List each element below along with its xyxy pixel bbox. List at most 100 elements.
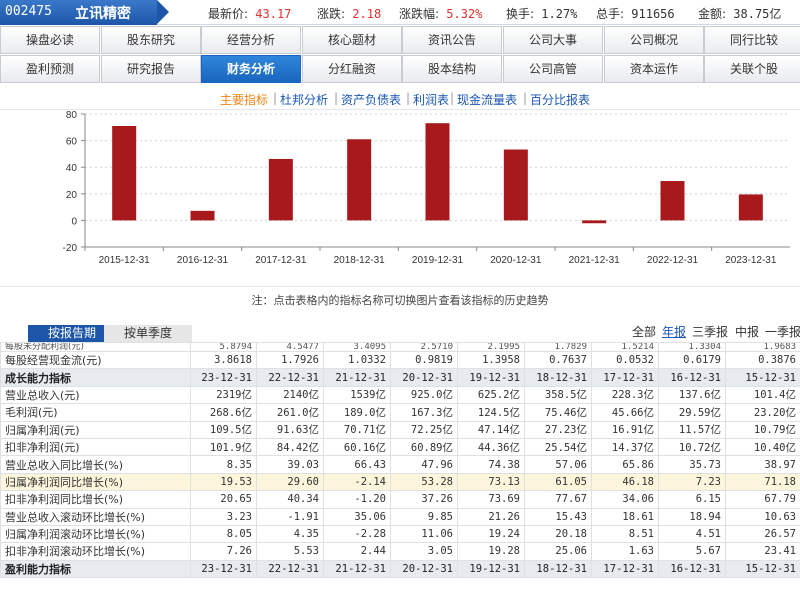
bar (347, 139, 372, 221)
cell-value: 189.0亿 (323, 403, 391, 422)
nav-tab[interactable]: 股东研究 (101, 26, 201, 54)
row-label[interactable]: 每股未分配利润(元) (0, 342, 191, 352)
tab-by-report[interactable]: 按报告期 (28, 325, 116, 342)
nav-tab[interactable]: 公司大事 (503, 26, 603, 54)
nav-tab[interactable]: 经营分析 (201, 26, 301, 54)
cell-value: 37.26 (390, 490, 458, 509)
row-label[interactable]: 扣非净利润滚动环比增长(%) (0, 542, 191, 561)
subnav-link[interactable]: 百分比报表 (530, 91, 590, 108)
quote-value: 1.27% (534, 7, 578, 21)
cell-value: 10.79亿 (725, 420, 800, 439)
row-label[interactable]: 归属净利润滚动环比增长(%) (0, 524, 191, 544)
quote-item: 涨跌幅: 5.32% (399, 5, 482, 22)
quote-item: 换手: 1.27% (506, 5, 577, 22)
cell-value: 2.1995 (457, 342, 525, 352)
cell-value: 124.5亿 (457, 403, 525, 422)
row-label[interactable]: 毛利润(元) (0, 403, 191, 422)
row-label[interactable]: 每股经营现金流(元) (0, 350, 191, 370)
cell-value: 18-12-31 (524, 368, 592, 387)
tab-by-quarter[interactable]: 按单季度 (104, 325, 192, 342)
cell-value: 1.9683 (725, 342, 800, 352)
cell-value: 67.79 (725, 490, 800, 509)
nav-tab[interactable]: 盈利预测 (0, 55, 100, 83)
bar (190, 210, 215, 221)
stock-header: 002475 立讯精密 最新价: 43.17 涨跌: 2.18 涨跌幅: 5.32%… (0, 0, 800, 25)
cell-value: 0.7637 (524, 350, 592, 370)
quote-label: 涨跌: (317, 7, 346, 21)
subnav-separator: | (273, 91, 278, 105)
cell-value: 9.85 (390, 507, 458, 526)
nav-tab[interactable]: 财务分析 (201, 55, 301, 83)
nav-tab[interactable]: 公司高管 (503, 55, 603, 83)
period-option[interactable]: 一季报 (765, 323, 800, 340)
cell-value: 23.41 (725, 542, 800, 561)
period-option[interactable]: 全部 (632, 323, 656, 340)
quote-value: 2.18 (345, 7, 382, 21)
subnav-link[interactable]: 现金流量表 (457, 91, 517, 108)
nav-tab[interactable]: 资讯公告 (402, 26, 502, 54)
cell-value: 74.38 (457, 455, 525, 474)
x-tick-label: 2017-12-31 (255, 255, 307, 266)
nav-tab[interactable]: 操盘必读 (0, 26, 100, 54)
y-tick-label: 40 (66, 163, 78, 174)
period-option[interactable]: 年报 (662, 323, 686, 340)
subnav-separator: | (523, 91, 528, 105)
bar (112, 125, 137, 221)
cell-value: 261.0亿 (256, 403, 324, 422)
cell-value: 5.53 (256, 542, 324, 561)
row-label[interactable]: 扣非净利润同比增长(%) (0, 490, 191, 509)
row-label[interactable]: 营业总收入滚动环比增长(%) (0, 507, 191, 526)
cell-value: 8.35 (190, 455, 257, 474)
cell-value: 4.5477 (256, 342, 324, 352)
section-header-row: 成长能力指标 23-12-31 22-12-31 21-12-31 20-12-31 19… (0, 368, 800, 387)
row-label[interactable]: 营业总收入(元) (0, 385, 191, 405)
x-tick-label: 2019-12-31 (412, 255, 464, 266)
subnav-link[interactable]: 资产负债表 (341, 91, 401, 108)
nav-tab[interactable]: 研究报告 (101, 55, 201, 83)
nav-tab[interactable]: 资本运作 (604, 55, 704, 83)
cell-value: 1539亿 (323, 385, 391, 405)
cell-value: 66.43 (323, 455, 391, 474)
table-row: 毛利润(元) 268.6亿 261.0亿 189.0亿 167.3亿 124.5亿 75.4… (0, 403, 800, 422)
cell-value: 0.3876 (725, 350, 800, 370)
cell-value: 10.63 (725, 507, 800, 526)
nav-tab[interactable]: 股本结构 (402, 55, 502, 83)
row-label[interactable]: 扣非净利润(元) (0, 437, 191, 457)
subnav-link[interactable]: 主要指标 (220, 91, 268, 108)
cell-value: 18.61 (591, 507, 659, 526)
nav-tab[interactable]: 公司概况 (604, 26, 704, 54)
cell-value: 19.24 (457, 524, 525, 544)
cell-value: 3.8618 (190, 350, 257, 370)
x-tick-label: 2018-12-31 (334, 255, 386, 266)
y-tick-label: 20 (66, 190, 78, 201)
bar (660, 181, 685, 221)
cell-value: 10.40亿 (725, 437, 800, 457)
cell-value: 1.63 (591, 542, 659, 561)
period-option[interactable]: 中报 (735, 323, 759, 340)
cell-value: 17-12-31 (591, 559, 659, 579)
cell-value: 1.0332 (323, 350, 391, 370)
nav-tab[interactable]: 同行比较 (704, 26, 800, 54)
nav-tab[interactable]: 关联个股 (704, 55, 800, 83)
x-tick-label: 2021-12-31 (569, 255, 621, 266)
cell-value: 3.23 (190, 507, 257, 526)
nav-tab[interactable]: 分红融资 (302, 55, 402, 83)
row-label[interactable]: 归属净利润同比增长(%) (0, 472, 191, 492)
subnav-link[interactable]: 利润表 (413, 91, 449, 108)
cell-value: 8.51 (591, 524, 659, 544)
cell-value: 3.4095 (323, 342, 391, 352)
cell-value: -1.20 (323, 490, 391, 509)
table-row: 归属净利润同比增长(%) 19.53 29.60 -2.14 53.28 73.13 61.… (0, 472, 800, 492)
quote-item: 涨跌: 2.18 (317, 5, 381, 22)
period-option[interactable]: 三季报 (692, 323, 728, 340)
cell-value: 27.23亿 (524, 420, 592, 439)
cell-value: 925.0亿 (390, 385, 458, 405)
nav-tab[interactable]: 核心题材 (302, 26, 402, 54)
cell-value: 2140亿 (256, 385, 324, 405)
row-label[interactable]: 营业总收入同比增长(%) (0, 455, 191, 474)
row-label[interactable]: 归属净利润(元) (0, 420, 191, 439)
subnav-link[interactable]: 杜邦分析 (280, 91, 328, 108)
y-tick-label: 0 (71, 216, 77, 227)
table-row: 每股经营现金流(元) 3.8618 1.7926 1.0332 0.9819 1.3958… (0, 350, 800, 370)
cell-value: 20-12-31 (390, 368, 458, 387)
